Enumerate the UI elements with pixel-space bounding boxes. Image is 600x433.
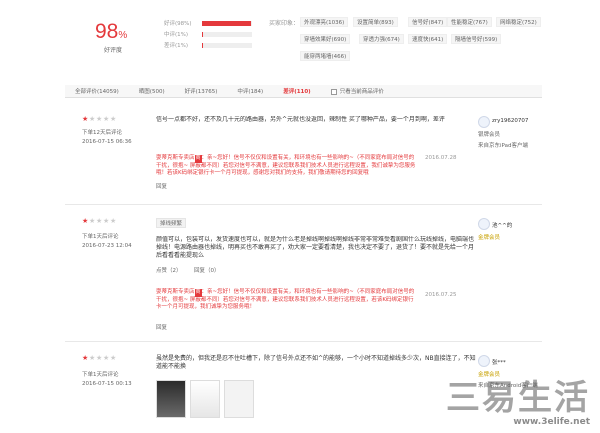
comment-reply-button[interactable]: 回复（0） [194, 266, 220, 274]
rating-bar-neutral: 中评(1%) [164, 30, 252, 38]
divider [65, 341, 542, 342]
star-icon: ★ [96, 217, 103, 225]
impression-tag[interactable]: 设置简单(893) [353, 17, 398, 27]
star-icon: ★ [89, 354, 96, 362]
user-name[interactable]: 张*** [492, 358, 506, 366]
bar-fill [202, 20, 251, 26]
tab-neutral[interactable]: 中评(184) [237, 87, 263, 95]
review-photo[interactable] [224, 380, 254, 418]
star-icon: ★ [110, 354, 117, 362]
merchant-reply: 耍蒂克斯专卖店商：亲~您好！信号不仅仅和设置有关，和环境也有一些影响的~（不同家… [156, 155, 418, 178]
star-rating: ★ ★ ★ ★ ★ [82, 218, 117, 225]
merchant-badge: 商 [194, 289, 202, 297]
bar-fill [202, 31, 203, 37]
rating-bar-negative: 差评(1%) [164, 41, 252, 49]
review-datetime: 2016-07-23 12:04 [82, 243, 132, 249]
impression-tag[interactable]: 穿透力强(674) [359, 34, 404, 44]
star-icon: ★ [82, 354, 89, 362]
order-delay: 下单1天后评论 [82, 372, 119, 378]
review-tag: 掉线频繁 [156, 218, 187, 228]
user-level: 银牌会员 [478, 132, 501, 138]
review-content: 信号一点都不好，还不及几十元的路由器，另外^元就也没返回，辣制性 买了哪种产品，… [156, 116, 445, 123]
current-product-filter[interactable]: 只看当前商品评价 [330, 87, 384, 95]
review-photo[interactable] [190, 380, 220, 418]
impression-tag[interactable]: 性能稳定(767) [447, 17, 492, 27]
user-avatar[interactable] [478, 218, 490, 230]
impression-tag[interactable]: 隔墙信号好(599) [451, 34, 502, 44]
user-name[interactable]: zry19620707 [492, 118, 528, 124]
star-icon: ★ [89, 217, 96, 225]
user-avatar[interactable] [478, 116, 490, 128]
tab-negative[interactable]: 差评(110) [283, 87, 311, 95]
order-delay: 下单1天后评论 [82, 234, 119, 240]
reply-merchant: 耍蒂克斯专卖店 [156, 155, 195, 161]
like-button[interactable]: 点赞（2） [156, 266, 182, 274]
impression-tag[interactable]: 能穿两堵墙(466) [300, 51, 351, 61]
impression-tag[interactable]: 速度快(641) [408, 34, 448, 44]
review-datetime: 2016-07-15 06:36 [82, 139, 132, 145]
positive-rate-label: 好评度 [104, 47, 123, 54]
review-datetime: 2016-07-15 00:13 [82, 381, 132, 387]
star-icon: ★ [82, 115, 89, 123]
impressions-title: 买家印象： [269, 20, 300, 27]
reply-button[interactable]: 回复 [156, 182, 167, 190]
star-icon: ★ [110, 115, 117, 123]
reply-button[interactable]: 回复 [156, 323, 167, 331]
merchant-badge: 商 [194, 155, 202, 163]
star-icon: ★ [82, 217, 89, 225]
review-content: 虽然是免费的，但我还是忍不住吐槽下，除了信号外点还不如^的能够，一个小时不知道掉… [156, 355, 476, 370]
watermark-url: www.3elife.net [513, 417, 590, 427]
review-photo[interactable] [156, 380, 186, 418]
site-watermark: 三易生活 www.3elife.net [446, 381, 590, 427]
positive-rate: 98% [95, 20, 128, 43]
user-level: 金牌会员 [478, 372, 501, 378]
review-content: 颜值可以，包装可以，发货速度也可以，就是为什么老是掉线啊掉线啊掉线非常非常难受看… [156, 236, 475, 259]
tab-photos[interactable]: 晒图(500) [139, 87, 165, 95]
impression-tag[interactable]: 外观漂亮(1036) [300, 17, 349, 27]
merchant-reply: 耍蒂克斯专卖店商：亲~您好！信号不仅仅和设置有关，和环境也有一些影响的~（不同家… [156, 289, 418, 312]
star-icon: ★ [103, 115, 110, 123]
star-icon: ★ [96, 115, 103, 123]
star-icon: ★ [103, 354, 110, 362]
impression-tag[interactable]: 信号好(847) [408, 17, 448, 27]
star-icon: ★ [96, 354, 103, 362]
user-level: 金牌会员 [478, 235, 501, 241]
review-filter-tabs: 全部评价(14059) 晒图(500) 好评(13765) 中评(184) 差评… [65, 85, 542, 98]
star-rating: ★ ★ ★ ★ ★ [82, 116, 117, 123]
divider [65, 204, 542, 205]
reply-date: 2016.07.25 [425, 292, 457, 298]
tab-positive[interactable]: 好评(13765) [185, 87, 218, 95]
rating-bar-positive: 好评(98%) [164, 19, 252, 27]
reply-date: 2016.07.28 [425, 155, 457, 161]
user-client: 来自京东iPad客户端 [478, 143, 528, 149]
reply-merchant: 耍蒂克斯专卖店 [156, 289, 195, 295]
user-avatar[interactable] [478, 355, 490, 367]
bar-fill [202, 42, 203, 48]
watermark-logo: 三易生活 [446, 378, 590, 418]
star-rating: ★ ★ ★ ★ ★ [82, 355, 117, 362]
star-icon: ★ [89, 115, 96, 123]
star-icon: ★ [103, 217, 110, 225]
impression-tag[interactable]: 穿墙效果好(690) [300, 34, 351, 44]
user-name[interactable]: 池^^的 [492, 221, 512, 229]
tab-all[interactable]: 全部评价(14059) [75, 87, 119, 95]
order-delay: 下单12天后评论 [82, 130, 122, 136]
star-icon: ★ [110, 217, 117, 225]
impression-tag[interactable]: 网络稳定(752) [496, 17, 541, 27]
checkbox[interactable] [330, 88, 337, 95]
